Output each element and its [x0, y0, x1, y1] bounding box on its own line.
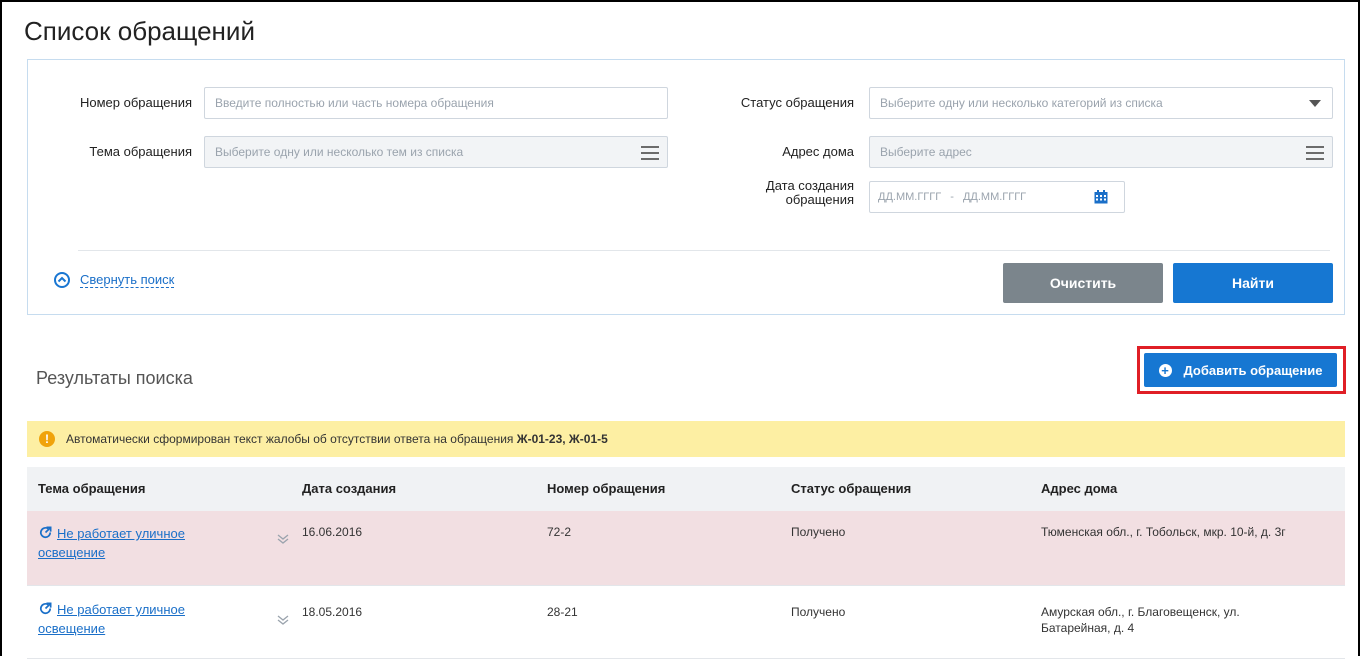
- topic-link-line2[interactable]: освещение: [38, 545, 105, 560]
- status-select[interactable]: Выберите одну или несколько категорий из…: [869, 87, 1333, 119]
- number-input[interactable]: Введите полностью или часть номера обращ…: [204, 87, 668, 119]
- topic-link-line2[interactable]: освещение: [38, 621, 105, 636]
- header-number[interactable]: Номер обращения: [536, 467, 780, 511]
- row-topic: Не работает уличное освещение: [27, 511, 291, 585]
- date-separator: -: [950, 191, 954, 203]
- collapse-search-label[interactable]: Свернуть поиск: [80, 272, 175, 288]
- table-header: Тема обращения Дата создания Номер обращ…: [27, 467, 1345, 511]
- row-address: Амурская обл., г. Благовещенск, ул. Бата…: [1030, 586, 1345, 658]
- link-icon[interactable]: [38, 525, 53, 540]
- row-status: Получено: [791, 605, 846, 619]
- address-label: Адрес дома: [782, 144, 854, 159]
- header-status[interactable]: Статус обращения: [780, 467, 1030, 511]
- warning-icon: !: [39, 431, 55, 447]
- row-number: 28-21: [547, 605, 578, 619]
- row-address-line1: Амурская обл., г. Благовещенск, ул.: [1041, 605, 1240, 619]
- table-row[interactable]: Не работает уличное освещение 18.05.2016…: [27, 586, 1345, 659]
- header-address[interactable]: Адрес дома: [1030, 467, 1345, 511]
- notice-banner: ! Автоматически сформирован текст жалобы…: [27, 421, 1345, 457]
- results-table: Тема обращения Дата создания Номер обращ…: [27, 467, 1345, 659]
- row-status: Получено: [791, 525, 846, 539]
- date-label: Дата создания обращения: [688, 179, 854, 207]
- topic-placeholder: Выберите одну или несколько тем из списк…: [215, 145, 464, 159]
- status-placeholder: Выберите одну или несколько категорий из…: [880, 96, 1163, 110]
- topic-label: Тема обращения: [89, 144, 192, 159]
- date-label-line1: Дата создания: [765, 178, 854, 193]
- topic-select[interactable]: Выберите одну или несколько тем из списк…: [204, 136, 668, 168]
- page-title: Список обращений: [24, 16, 255, 46]
- date-range-input[interactable]: ДД.ММ.ГГГГ - ДД.ММ.ГГГГ: [869, 181, 1125, 213]
- date-to[interactable]: ДД.ММ.ГГГГ: [963, 191, 1026, 203]
- search-panel: Номер обращения Введите полностью или ча…: [27, 59, 1345, 315]
- calendar-icon[interactable]: [1094, 190, 1108, 204]
- clear-button[interactable]: Очистить: [1003, 263, 1163, 303]
- row-topic: Не работает уличное освещение: [27, 586, 291, 658]
- header-date[interactable]: Дата создания: [291, 467, 536, 511]
- table-row[interactable]: Не работает уличное освещение 16.06.2016…: [27, 511, 1345, 586]
- row-address: Тюменская обл., г. Тобольск, мкр. 10-й, …: [1030, 511, 1345, 585]
- divider: [78, 250, 1330, 251]
- row-number: 72-2: [547, 525, 572, 539]
- plus-circle-icon: +: [1158, 363, 1172, 377]
- add-appeal-label: Добавить обращение: [1183, 362, 1323, 378]
- link-icon[interactable]: [38, 601, 53, 616]
- add-button-highlight: + Добавить обращение: [1137, 346, 1346, 394]
- number-placeholder: Введите полностью или часть номера обращ…: [215, 96, 494, 110]
- date-label-line2: обращения: [785, 192, 854, 207]
- add-appeal-button[interactable]: + Добавить обращение: [1144, 353, 1337, 387]
- row-address-line2: Батарейная, д. 4: [1041, 621, 1135, 635]
- find-button[interactable]: Найти: [1173, 263, 1333, 303]
- menu-icon[interactable]: [1306, 146, 1324, 164]
- chevron-up-icon: [54, 272, 70, 288]
- results-title: Результаты поиска: [36, 368, 193, 388]
- topic-link-line1[interactable]: Не работает уличное: [57, 602, 185, 617]
- double-chevron-down-icon[interactable]: [277, 533, 289, 545]
- collapse-search-link[interactable]: Свернуть поиск: [54, 272, 175, 288]
- double-chevron-down-icon[interactable]: [277, 614, 289, 626]
- notice-text: Автоматически сформирован текст жалобы о…: [66, 432, 608, 446]
- date-from[interactable]: ДД.ММ.ГГГГ: [878, 191, 941, 203]
- number-label: Номер обращения: [79, 95, 192, 110]
- address-placeholder: Выберите адрес: [880, 145, 972, 159]
- row-address-line1: Тюменская обл., г. Тобольск, мкр. 10-й, …: [1041, 525, 1286, 539]
- topic-link-line1[interactable]: Не работает уличное: [57, 526, 185, 541]
- notice-text-main: Автоматически сформирован текст жалобы о…: [66, 432, 517, 446]
- address-select[interactable]: Выберите адрес: [869, 136, 1333, 168]
- row-date: 18.05.2016: [302, 605, 363, 619]
- chevron-down-icon[interactable]: [1309, 100, 1321, 107]
- notice-text-bold: Ж-01-23, Ж-01-5: [516, 432, 608, 446]
- status-label: Статус обращения: [740, 95, 854, 110]
- header-topic[interactable]: Тема обращения: [27, 467, 291, 511]
- row-date: 16.06.2016: [302, 525, 363, 539]
- menu-icon[interactable]: [641, 146, 659, 164]
